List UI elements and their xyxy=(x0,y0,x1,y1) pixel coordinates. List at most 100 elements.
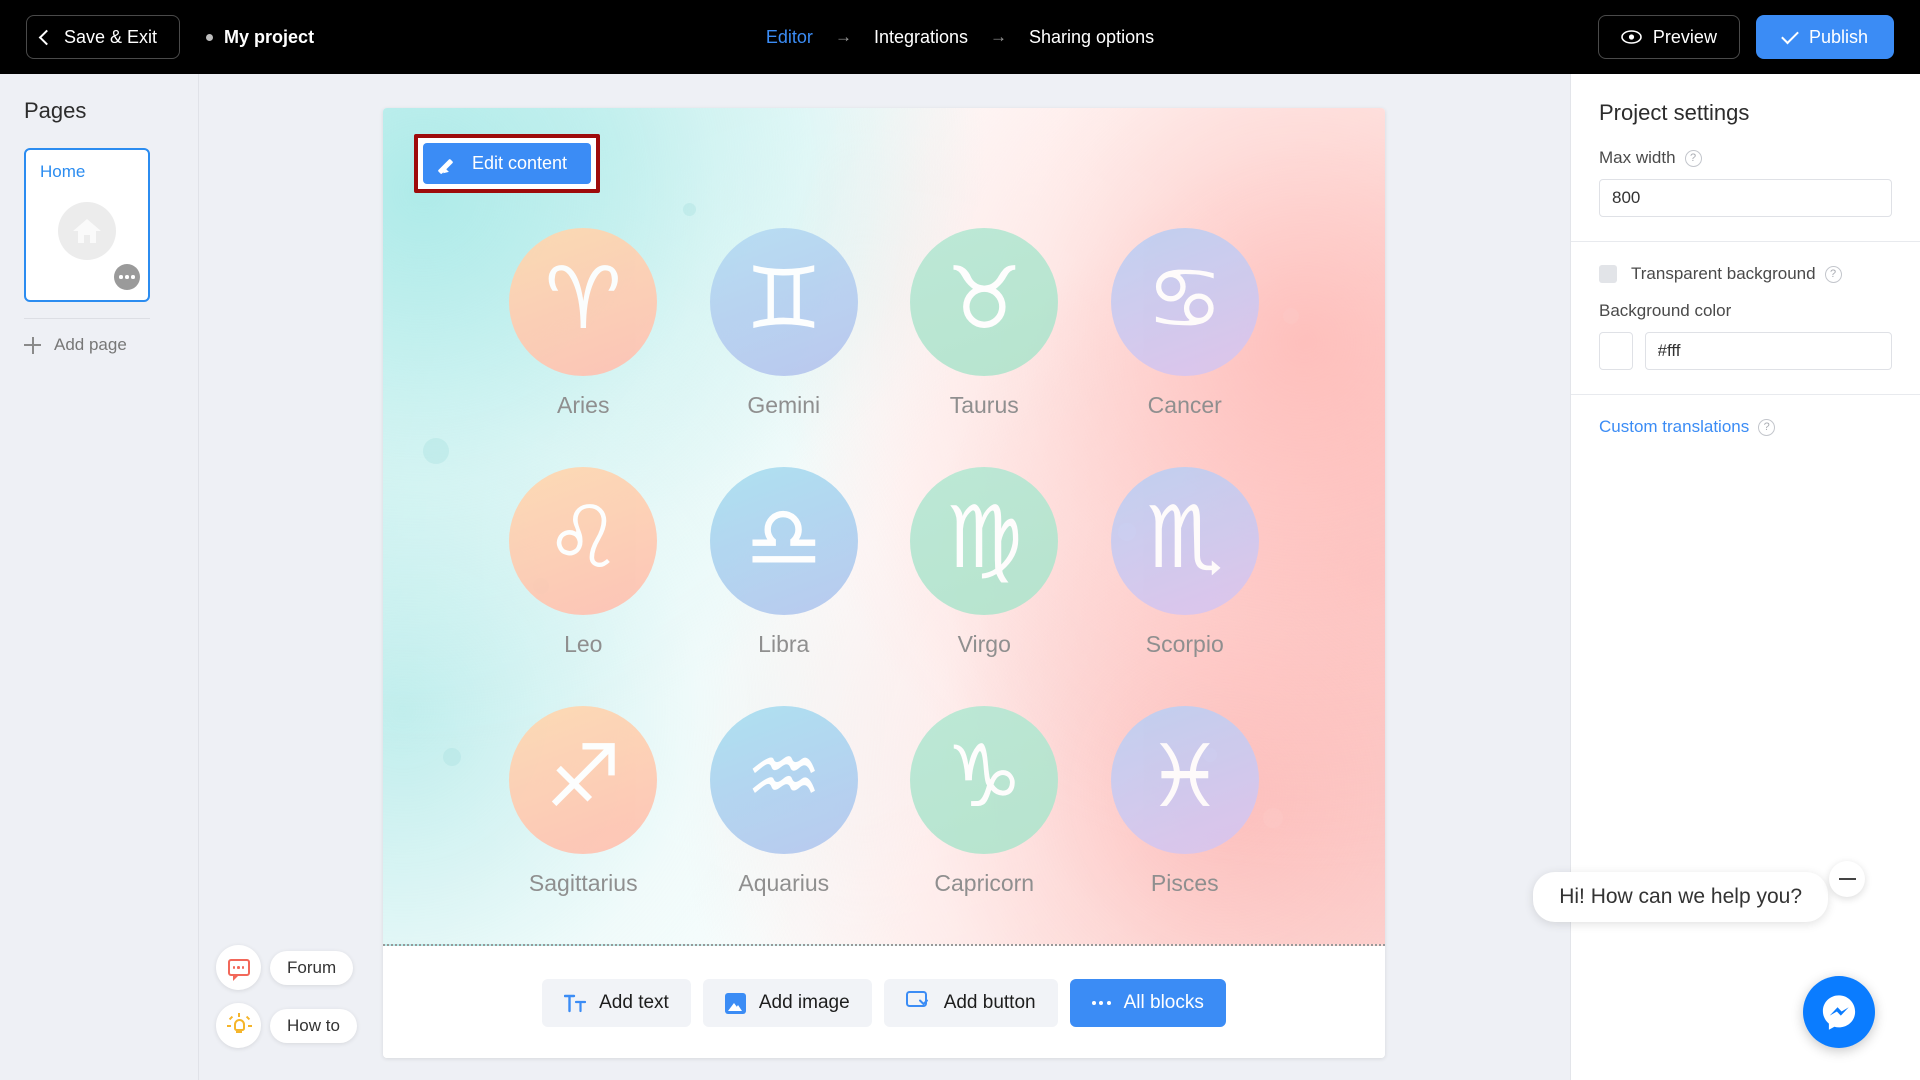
add-page-button[interactable]: Add page xyxy=(24,335,174,355)
preview-label: Preview xyxy=(1652,26,1717,47)
zodiac-label: Leo xyxy=(564,631,603,657)
forum-icon-wrap xyxy=(216,945,261,990)
text-icon xyxy=(563,994,587,1013)
leo-glyph: ♌ xyxy=(544,488,622,588)
zodiac-item-libra: ♎ Libra xyxy=(684,467,885,658)
zodiac-item-pisces: ♓ Pisces xyxy=(1085,706,1286,897)
transparent-background-label: Transparent background xyxy=(1631,264,1816,283)
publish-button[interactable]: Publish xyxy=(1755,15,1894,59)
zodiac-label: Scorpio xyxy=(1145,631,1224,657)
chat-minimize-button[interactable] xyxy=(1829,861,1865,897)
max-width-input[interactable] xyxy=(1599,179,1892,217)
page-card-label: Home xyxy=(40,162,86,181)
transparent-background-checkbox[interactable] xyxy=(1599,265,1617,283)
capricorn-icon: ♑ xyxy=(910,706,1059,854)
transparent-background-row[interactable]: Transparent background ? xyxy=(1599,264,1892,284)
pencil-icon xyxy=(441,155,459,173)
arrow-right-icon: → xyxy=(834,27,852,46)
how-to-label-pill[interactable]: How to xyxy=(270,1008,357,1043)
block-toolbar: Add text Add image Add button All blocks xyxy=(383,948,1385,1058)
zodiac-label: Gemini xyxy=(747,392,821,418)
breadcrumb-sharing-options[interactable]: Sharing options xyxy=(1029,27,1154,48)
max-width-label: Max width xyxy=(1599,148,1676,167)
breadcrumb: Editor → Integrations → Sharing options xyxy=(766,27,1154,48)
background-color-input[interactable] xyxy=(1644,332,1892,370)
forum-label-pill[interactable]: Forum xyxy=(270,950,354,985)
chat-bubble-icon xyxy=(227,959,250,981)
help-icon[interactable]: ? xyxy=(1824,265,1842,283)
zodiac-image-block[interactable]: Edit content ♈ Aries ♊ Gemini ♉ Taurus ♋… xyxy=(383,108,1385,946)
capricorn-glyph: ♑ xyxy=(945,727,1023,827)
how-to-widget[interactable]: How to xyxy=(216,1003,357,1048)
sagittarius-icon: ♐ xyxy=(509,706,658,854)
zodiac-label: Taurus xyxy=(949,392,1019,418)
decorative-bubble xyxy=(683,203,696,216)
all-blocks-label: All blocks xyxy=(1123,992,1204,1013)
chat-prompt-bubble[interactable]: Hi! How can we help you? xyxy=(1533,872,1828,922)
gemini-glyph: ♊ xyxy=(745,249,823,349)
arrow-right-icon: → xyxy=(990,27,1007,46)
divider xyxy=(24,318,150,319)
all-blocks-button[interactable]: All blocks xyxy=(1069,979,1226,1027)
help-widgets: Forum How to xyxy=(216,945,357,1048)
add-button-label: Add button xyxy=(943,992,1036,1013)
unsaved-dot-icon xyxy=(206,33,214,41)
sidebar-item-home[interactable]: Home xyxy=(24,148,150,302)
add-page-label: Add page xyxy=(54,335,127,354)
edit-content-button[interactable]: Edit content xyxy=(423,143,592,184)
page-sheet: Edit content ♈ Aries ♊ Gemini ♉ Taurus ♋… xyxy=(383,108,1385,1058)
taurus-icon: ♉ xyxy=(910,228,1059,376)
zodiac-label: Pisces xyxy=(1150,870,1219,896)
custom-translations-row[interactable]: Custom translations ? xyxy=(1571,395,1920,459)
background-color-swatch[interactable] xyxy=(1599,332,1633,370)
add-image-label: Add image xyxy=(758,992,850,1013)
help-icon[interactable]: ? xyxy=(1758,418,1776,436)
custom-translations-link[interactable]: Custom translations xyxy=(1599,417,1749,437)
edit-content-highlight: Edit content xyxy=(414,134,601,193)
sagittarius-glyph: ♐ xyxy=(544,727,622,827)
how-to-label: How to xyxy=(287,1015,340,1035)
zodiac-label: Libra xyxy=(758,631,810,657)
preview-button[interactable]: Preview xyxy=(1597,15,1740,59)
zodiac-item-gemini: ♊ Gemini xyxy=(684,228,885,419)
zodiac-item-taurus: ♉ Taurus xyxy=(884,228,1085,419)
project-settings-panel: Project settings Max width ? Transparent… xyxy=(1533,74,1920,1080)
zodiac-grid: ♈ Aries ♊ Gemini ♉ Taurus ♋ Cancer ♌ Leo… xyxy=(383,228,1385,897)
home-icon xyxy=(58,202,116,260)
help-icon[interactable]: ? xyxy=(1684,149,1702,167)
page-options-icon[interactable] xyxy=(114,264,140,290)
breadcrumb-editor[interactable]: Editor xyxy=(766,27,813,48)
max-width-section: Max width ? xyxy=(1571,126,1920,241)
zodiac-label: Virgo xyxy=(957,631,1011,657)
image-icon xyxy=(724,992,746,1014)
add-image-button[interactable]: Add image xyxy=(702,979,872,1027)
plus-icon xyxy=(24,336,41,354)
background-color-row xyxy=(1599,332,1892,370)
breadcrumb-integrations[interactable]: Integrations xyxy=(874,27,968,48)
add-button-button[interactable]: Add button xyxy=(883,979,1058,1027)
libra-icon: ♎ xyxy=(709,467,858,615)
cancer-icon: ♋ xyxy=(1110,228,1259,376)
zodiac-item-capricorn: ♑ Capricorn xyxy=(884,706,1085,897)
save-and-exit-button[interactable]: Save & Exit xyxy=(26,15,181,59)
gemini-icon: ♊ xyxy=(709,228,858,376)
publish-label: Publish xyxy=(1808,26,1868,47)
forum-widget[interactable]: Forum xyxy=(216,945,357,990)
zodiac-item-leo: ♌ Leo xyxy=(483,467,684,658)
add-text-button[interactable]: Add text xyxy=(542,979,691,1027)
lightbulb-icon xyxy=(226,1012,252,1038)
aries-icon: ♈ xyxy=(509,228,658,376)
panel-title: Project settings xyxy=(1599,100,1750,125)
canvas-area: Edit content ♈ Aries ♊ Gemini ♉ Taurus ♋… xyxy=(200,74,1570,1080)
top-bar-actions: Preview Publish xyxy=(1597,15,1894,59)
zodiac-label: Aquarius xyxy=(738,870,830,896)
pages-sidebar: Pages Home Add page xyxy=(0,74,199,1080)
save-and-exit-label: Save & Exit xyxy=(64,26,158,47)
cancer-glyph: ♋ xyxy=(1146,249,1224,349)
project-name[interactable]: My project xyxy=(206,27,314,48)
chevron-left-icon xyxy=(38,29,55,45)
add-text-label: Add text xyxy=(599,992,669,1013)
button-icon xyxy=(905,991,931,1015)
messenger-button[interactable] xyxy=(1803,976,1875,1048)
pages-title: Pages xyxy=(24,98,87,123)
